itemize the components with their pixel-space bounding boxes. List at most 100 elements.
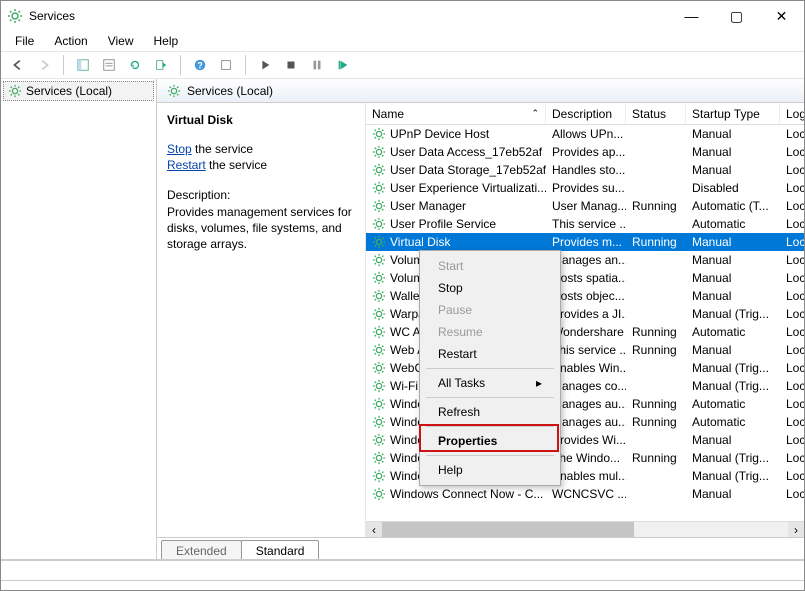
service-logon-cell: Loca [780, 253, 804, 267]
service-name-cell: Windows Connect Now - C... [366, 487, 546, 501]
bottom-strip [1, 580, 804, 590]
tab-extended[interactable]: Extended [161, 540, 242, 559]
menu-file[interactable]: File [5, 32, 44, 50]
gear-icon [372, 325, 386, 339]
service-startup-cell: Automatic [686, 325, 780, 339]
help-button[interactable]: ? [189, 54, 211, 76]
gear-icon [372, 271, 386, 285]
service-row[interactable]: User Profile ServiceThis service ...Auto… [366, 215, 804, 233]
cm-refresh[interactable]: Refresh [422, 401, 558, 423]
service-logon-cell: Loca [780, 145, 804, 159]
column-header-description[interactable]: Description [546, 104, 626, 124]
service-logon-cell: Loca [780, 271, 804, 285]
service-startup-cell: Automatic [686, 217, 780, 231]
service-startup-cell: Manual (Trig... [686, 361, 780, 375]
restart-service-link[interactable]: Restart [167, 158, 206, 172]
service-logon-cell: Loca [780, 487, 804, 501]
service-logon-cell: Loca [780, 343, 804, 357]
gear-icon [372, 379, 386, 393]
service-row[interactable]: User Experience Virtualizati...Provides … [366, 179, 804, 197]
service-startup-cell: Manual [686, 487, 780, 501]
gear-icon [372, 127, 386, 141]
service-row[interactable]: UPnP Device HostAllows UPn...ManualLoca [366, 125, 804, 143]
service-logon-cell: Loca [780, 451, 804, 465]
action-button[interactable] [215, 54, 237, 76]
console-tree-pane: Services (Local) [1, 79, 157, 559]
start-service-button[interactable] [254, 54, 276, 76]
service-row[interactable]: User Data Storage_17eb52afHandles sto...… [366, 161, 804, 179]
horizontal-scrollbar[interactable]: ‹ › [366, 521, 804, 537]
service-row[interactable]: Windows Connect Now - C...WCNCSVC ...Man… [366, 485, 804, 503]
service-logon-cell: Loca [780, 415, 804, 429]
properties-button[interactable] [98, 54, 120, 76]
scroll-left-button[interactable]: ‹ [366, 522, 382, 538]
column-header-startup[interactable]: Startup Type [686, 104, 780, 124]
service-status-cell: Running [626, 397, 686, 411]
menu-view[interactable]: View [98, 32, 144, 50]
cm-help[interactable]: Help [422, 459, 558, 481]
service-logon-cell: Loca [780, 199, 804, 213]
service-desc-cell: Provides m... [546, 235, 626, 249]
service-startup-cell: Manual [686, 145, 780, 159]
cm-restart[interactable]: Restart [422, 343, 558, 365]
service-startup-cell: Automatic [686, 415, 780, 429]
cm-all-tasks[interactable]: All Tasks▸ [422, 372, 558, 394]
stop-service-button[interactable] [280, 54, 302, 76]
gear-icon [372, 145, 386, 159]
service-row[interactable]: Virtual DiskProvides m...RunningManualLo… [366, 233, 804, 251]
service-status-cell: Running [626, 325, 686, 339]
service-name-cell: User Manager [366, 199, 546, 213]
tab-standard[interactable]: Standard [241, 540, 320, 559]
stop-service-link[interactable]: Stop [167, 142, 192, 156]
service-row[interactable]: User Data Access_17eb52afProvides ap...M… [366, 143, 804, 161]
show-hide-tree-button[interactable] [72, 54, 94, 76]
services-app-icon [7, 8, 23, 24]
description-text: Provides management services for disks, … [167, 204, 355, 253]
service-startup-cell: Manual [686, 271, 780, 285]
gear-icon [372, 415, 386, 429]
service-startup-cell: Manual [686, 289, 780, 303]
refresh-button[interactable] [124, 54, 146, 76]
restart-service-button[interactable] [332, 54, 354, 76]
column-header-name[interactable]: Name⌃ [366, 104, 546, 124]
minimize-button[interactable]: — [669, 1, 714, 31]
close-button[interactable]: ✕ [759, 1, 804, 31]
gear-icon [372, 217, 386, 231]
cm-properties[interactable]: Properties [422, 430, 558, 452]
right-pane-header: Services (Local) [157, 79, 804, 103]
service-row[interactable]: User ManagerUser Manag...RunningAutomati… [366, 197, 804, 215]
cm-stop[interactable]: Stop [422, 277, 558, 299]
context-menu: Start Stop Pause Resume Restart All Task… [419, 250, 561, 486]
service-logon-cell: Loca [780, 217, 804, 231]
service-name-cell: User Experience Virtualizati... [366, 181, 546, 195]
service-desc-cell: This service ... [546, 217, 626, 231]
nav-forward-button[interactable] [33, 54, 55, 76]
pause-service-button[interactable] [306, 54, 328, 76]
gear-icon [372, 487, 386, 501]
svg-text:?: ? [197, 61, 202, 71]
menu-help[interactable]: Help [144, 32, 189, 50]
service-startup-cell: Manual (Trig... [686, 307, 780, 321]
service-startup-cell: Automatic [686, 397, 780, 411]
right-pane-header-label: Services (Local) [187, 84, 273, 98]
column-header-status[interactable]: Status [626, 104, 686, 124]
gear-icon [372, 199, 386, 213]
services-list-header: Name⌃ Description Status Startup Type Lo… [366, 103, 804, 125]
menu-action[interactable]: Action [44, 32, 97, 50]
service-desc-cell: Provides ap... [546, 145, 626, 159]
tree-root-services-local[interactable]: Services (Local) [3, 81, 154, 101]
view-tabs: Extended Standard [157, 537, 804, 559]
service-logon-cell: Loca [780, 469, 804, 483]
scroll-right-button[interactable]: › [788, 522, 804, 538]
gear-icon [372, 253, 386, 267]
maximize-button[interactable]: ▢ [714, 1, 759, 31]
service-logon-cell: Loca [780, 289, 804, 303]
nav-back-button[interactable] [7, 54, 29, 76]
scroll-thumb[interactable] [382, 522, 634, 538]
gear-icon [8, 84, 22, 98]
submenu-arrow-icon: ▸ [536, 376, 542, 390]
export-button[interactable] [150, 54, 172, 76]
scroll-track[interactable] [382, 522, 788, 538]
column-header-logon[interactable]: Log [780, 104, 804, 124]
toolbar: ? [1, 51, 804, 79]
